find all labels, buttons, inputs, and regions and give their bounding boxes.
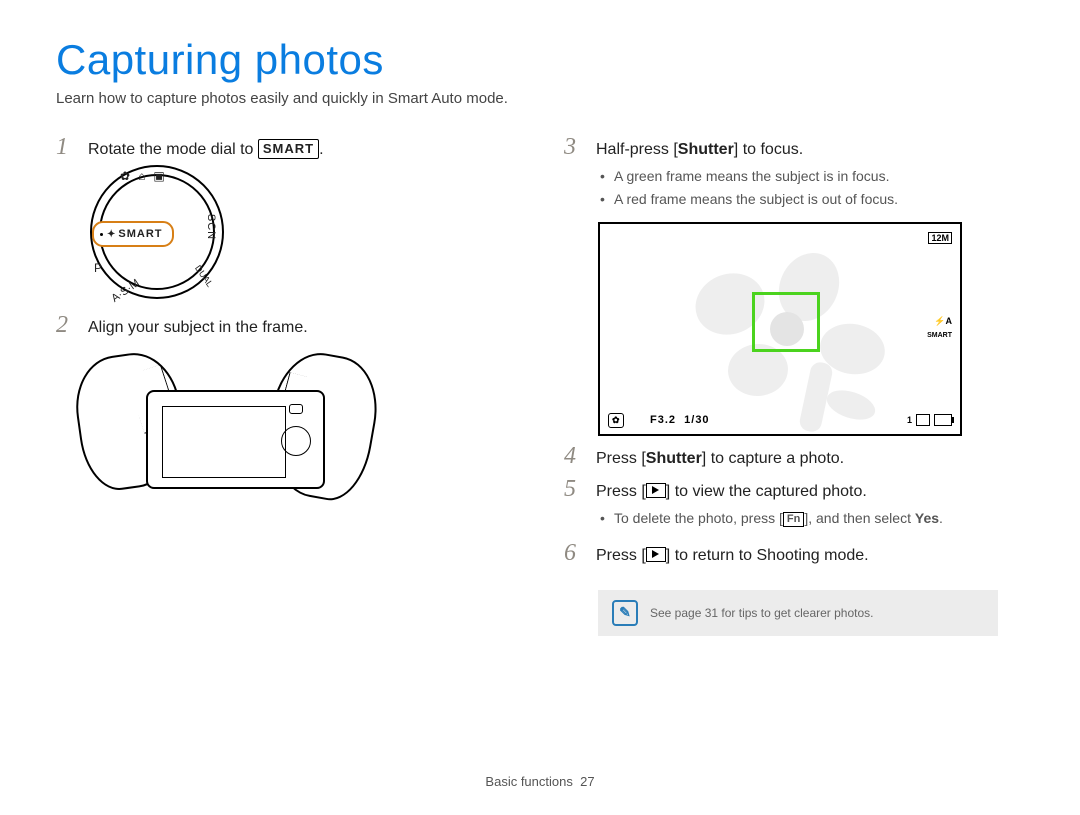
mode-dial-scn: SCN (205, 214, 217, 240)
step-1: 1 Rotate the mode dial to SMART. (56, 135, 516, 161)
playback-icon (646, 547, 666, 562)
lcd-exposure-info: F3.2 1/30 (650, 414, 710, 426)
step-4-text: Press [Shutter] to capture a photo. (596, 448, 844, 470)
step-2-number: 2 (56, 313, 76, 337)
bullet-delete-photo: To delete the photo, press [Fn], and the… (600, 507, 1024, 529)
step-1-text: Rotate the mode dial to SMART. (88, 139, 324, 161)
step-5-text: Press [] to view the captured photo. (596, 481, 867, 503)
step-4-number: 4 (564, 444, 584, 468)
step-6-number: 6 (564, 541, 584, 565)
lcd-resolution-icon: 12M (928, 232, 952, 244)
lcd-smart-label: SMART (927, 332, 952, 339)
lcd-focus-illustration: 12M ⚡A SMART ✿ F3.2 1/30 1 (598, 222, 1024, 436)
page-subtitle: Learn how to capture photos easily and q… (56, 90, 1024, 107)
footer-section: Basic functions (485, 774, 572, 789)
step-3-bullets: A green frame means the subject is in fo… (600, 165, 1024, 210)
step-5: 5 Press [] to view the captured photo. (564, 477, 1024, 503)
step-1-post: . (319, 141, 323, 158)
right-column: 3 Half-press [Shutter] to focus. A green… (564, 129, 1024, 636)
mode-dial-p: P (94, 261, 102, 275)
lcd-status-icons: 1 (907, 414, 952, 426)
step-3-text: Half-press [Shutter] to focus. (596, 139, 803, 161)
note-text: See page 31 for tips to get clearer phot… (650, 606, 873, 620)
step-2: 2 Align your subject in the frame. (56, 313, 516, 339)
bullet-red-frame: A red frame means the subject is out of … (600, 188, 1024, 210)
focus-frame-icon (752, 292, 820, 352)
mode-dial-illustration: ✿⌂▣ ✦SMART SCN A·S·M DUAL P (86, 175, 516, 295)
step-3-number: 3 (564, 135, 584, 159)
page-footer: Basic functions 27 (0, 774, 1080, 789)
lcd-macro-icon: ✿ (608, 413, 624, 428)
smart-mode-icon: SMART (258, 139, 319, 159)
step-5-number: 5 (564, 477, 584, 501)
camera-holding-illustration (76, 354, 376, 524)
playback-icon (646, 483, 666, 498)
step-1-number: 1 (56, 135, 76, 159)
fn-button-icon: Fn (783, 512, 804, 527)
step-1-pre: Rotate the mode dial to (88, 141, 258, 158)
note-icon: ✎ (612, 600, 638, 626)
page-title: Capturing photos (56, 36, 1024, 84)
step-6-text: Press [] to return to Shooting mode. (596, 545, 869, 567)
footer-page-number: 27 (580, 774, 594, 789)
step-5-bullets: To delete the photo, press [Fn], and the… (600, 507, 1024, 529)
tip-note-box: ✎ See page 31 for tips to get clearer ph… (598, 590, 998, 636)
bullet-green-frame: A green frame means the subject is in fo… (600, 165, 1024, 187)
step-4: 4 Press [Shutter] to capture a photo. (564, 444, 1024, 470)
step-2-text: Align your subject in the frame. (88, 317, 308, 339)
lcd-flash-icon: ⚡A (934, 316, 952, 327)
step-3: 3 Half-press [Shutter] to focus. (564, 135, 1024, 161)
left-column: 1 Rotate the mode dial to SMART. ✿⌂▣ ✦SM… (56, 129, 516, 636)
mode-dial-smart-indicator: ✦SMART (92, 221, 174, 247)
step-6: 6 Press [] to return to Shooting mode. (564, 541, 1024, 567)
